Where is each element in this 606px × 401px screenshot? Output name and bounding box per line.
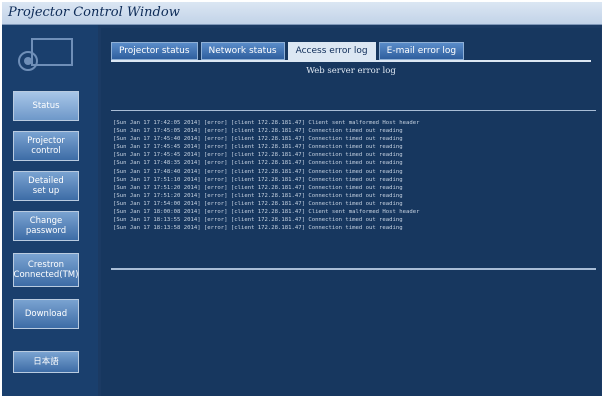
- log-line: [Sun Jan 17 17:45:40 2014] [error] [clie…: [113, 136, 403, 143]
- tab-email-error-log[interactable]: E-mail error log: [378, 42, 465, 60]
- sidebar-item-detailed-set-up[interactable]: Detailed set up: [13, 171, 79, 201]
- title-bar: Projector Control Window: [2, 2, 602, 25]
- main-panel: Projector status Network status Access e…: [101, 28, 601, 396]
- projector-control-window: Projector Control Window Status Projecto…: [2, 2, 602, 396]
- log-line: [Sun Jan 17 17:45:45 2014] [error] [clie…: [113, 152, 403, 159]
- sidebar-item-label: Change password: [25, 216, 67, 236]
- log-line: [Sun Jan 17 18:13:58 2014] [error] [clie…: [113, 225, 403, 232]
- log-top-divider: [111, 110, 596, 111]
- sidebar-item-label: Crestron Connected(TM): [13, 260, 79, 280]
- projector-logo-icon: [18, 38, 73, 71]
- page-heading: Web server error log: [306, 66, 396, 76]
- sidebar-item-label: Detailed set up: [28, 176, 64, 196]
- sidebar-item-label: Projector control: [27, 136, 65, 156]
- sidebar-item-status[interactable]: Status: [13, 91, 79, 121]
- log-line: [Sun Jan 17 18:00:08 2014] [error] [clie…: [113, 209, 420, 216]
- log-line: [Sun Jan 17 17:54:00 2014] [error] [clie…: [113, 200, 403, 207]
- error-log-list: [Sun Jan 17 17:42:05 2014] [error] [clie…: [113, 119, 593, 232]
- sidebar: Status Projector control Detailed set up…: [2, 25, 98, 396]
- log-line: [Sun Jan 17 17:51:20 2014] [error] [clie…: [113, 192, 403, 199]
- log-line: [Sun Jan 17 17:45:45 2014] [error] [clie…: [113, 144, 403, 151]
- sidebar-item-change-password[interactable]: Change password: [13, 211, 79, 241]
- sidebar-item-label: Status: [32, 101, 60, 111]
- sidebar-item-download[interactable]: Download: [13, 299, 79, 329]
- log-line: [Sun Jan 17 17:45:05 2014] [error] [clie…: [113, 128, 403, 135]
- tab-access-error-log[interactable]: Access error log: [287, 42, 376, 60]
- log-line: [Sun Jan 17 18:13:55 2014] [error] [clie…: [113, 217, 403, 224]
- sidebar-item-label: Download: [24, 309, 68, 319]
- log-line: [Sun Jan 17 17:42:05 2014] [error] [clie…: [113, 120, 420, 126]
- sidebar-item-projector-control[interactable]: Projector control: [13, 131, 79, 161]
- window-title: Projector Control Window: [8, 5, 180, 20]
- sidebar-item-japanese[interactable]: 日本語: [13, 351, 79, 373]
- tab-bar: Projector status Network status Access e…: [111, 42, 467, 60]
- tab-underline: [111, 60, 591, 62]
- log-line: [Sun Jan 17 17:51:10 2014] [error] [clie…: [113, 176, 403, 183]
- tab-projector-status[interactable]: Projector status: [111, 42, 198, 60]
- sidebar-item-label: 日本語: [33, 357, 59, 367]
- log-bottom-divider: [111, 268, 596, 270]
- log-line: [Sun Jan 17 17:48:40 2014] [error] [clie…: [113, 168, 403, 175]
- log-line: [Sun Jan 17 17:48:35 2014] [error] [clie…: [113, 160, 403, 167]
- log-line: [Sun Jan 17 17:51:20 2014] [error] [clie…: [113, 184, 403, 191]
- sidebar-item-crestron-connected[interactable]: Crestron Connected(TM): [13, 253, 79, 287]
- tab-network-status[interactable]: Network status: [200, 42, 285, 60]
